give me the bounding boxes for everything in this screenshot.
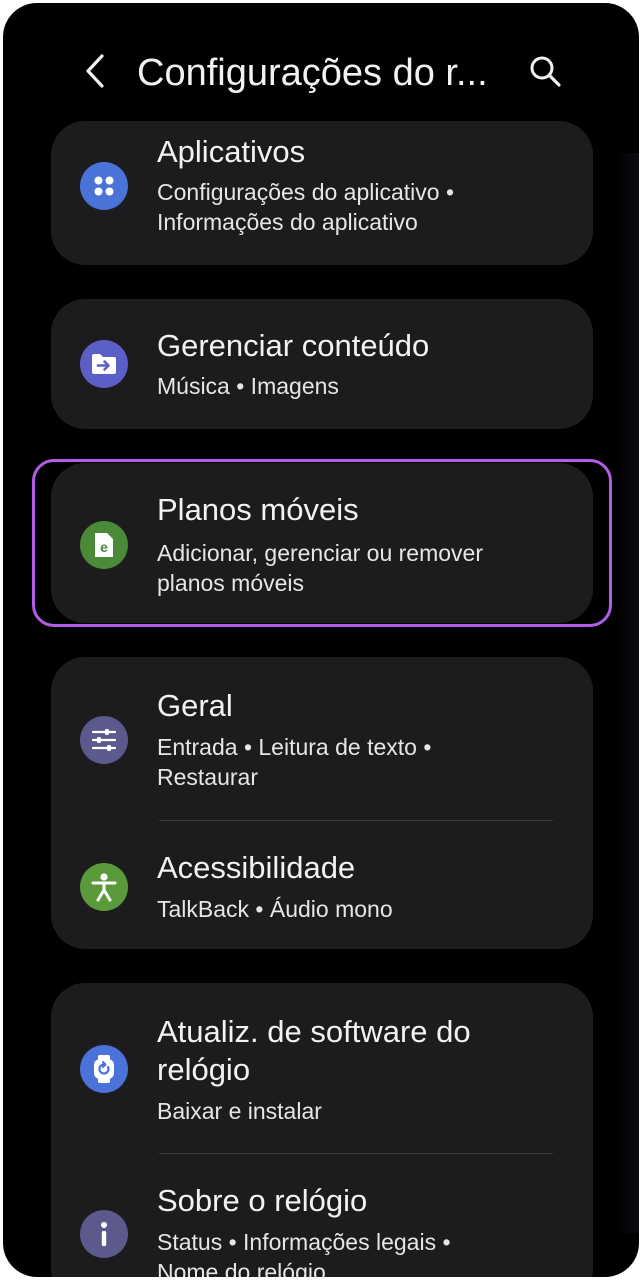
item-label: Planos móveis <box>157 492 359 527</box>
watch-update-icon <box>80 1045 128 1093</box>
item-description: Status • Informações legais • <box>157 1229 451 1255</box>
item-description: Adicionar, gerenciar ou remover <box>157 540 483 566</box>
item-label: Atualiz. de software do <box>157 1014 471 1049</box>
settings-item-gerenciar-conteudo[interactable]: Gerenciar conteúdo Música • Imagens <box>51 299 593 429</box>
search-button[interactable] <box>519 47 571 99</box>
card-watch: Atualiz. de software do relógio Baixar e… <box>51 983 593 1277</box>
settings-item-sobre-relogio[interactable]: Sobre o relógio Status • Informações leg… <box>51 1154 593 1277</box>
item-label: Gerenciar conteúdo <box>157 328 430 363</box>
item-description: Restaurar <box>157 764 258 790</box>
search-icon <box>528 54 562 93</box>
card-general: Geral Entrada • Leitura de texto • Resta… <box>51 657 593 949</box>
sliders-icon <box>80 716 128 764</box>
item-description: Entrada • Leitura de texto • <box>157 734 432 760</box>
item-description: planos móveis <box>157 570 305 596</box>
phone-screen: Configurações do r... Aplicativos Config… <box>3 3 639 1277</box>
item-label: relógio <box>157 1052 251 1087</box>
back-button[interactable] <box>73 47 117 99</box>
settings-item-acessibilidade[interactable]: Acessibilidade TalkBack • Áudio mono <box>51 821 593 949</box>
card-content: Gerenciar conteúdo Música • Imagens <box>51 299 593 429</box>
edge-shade <box>615 153 639 1233</box>
item-description: Configurações do aplicativo • <box>157 179 455 205</box>
settings-item-geral[interactable]: Geral Entrada • Leitura de texto • Resta… <box>51 657 593 819</box>
svg-text:e: e <box>100 539 108 555</box>
settings-item-planos-moveis[interactable]: e Planos móveis Adicionar, gerenciar ou … <box>51 463 593 623</box>
esim-icon: e <box>80 521 128 569</box>
apps-grid-icon <box>80 162 128 210</box>
accessibility-icon <box>80 863 128 911</box>
settings-item-aplicativos[interactable]: Aplicativos Configurações do aplicativo … <box>51 121 593 265</box>
item-label: Sobre o relógio <box>157 1183 368 1218</box>
item-label: Geral <box>157 688 233 723</box>
folder-transfer-icon <box>80 340 128 388</box>
item-description: Música • Imagens <box>157 373 339 399</box>
chevron-left-icon <box>84 53 106 94</box>
item-label: Aplicativos <box>157 134 306 169</box>
item-label: Acessibilidade <box>157 850 356 885</box>
info-icon <box>80 1210 128 1258</box>
card-apps: Aplicativos Configurações do aplicativo … <box>51 121 593 265</box>
item-description: TalkBack • Áudio mono <box>157 896 393 922</box>
card-mobile-plans: e Planos móveis Adicionar, gerenciar ou … <box>51 463 593 623</box>
page-title: Configurações do r... <box>137 52 488 94</box>
app-bar: Configurações do r... <box>3 3 639 123</box>
item-description: Informações do aplicativo <box>157 209 418 235</box>
item-description: Baixar e instalar <box>157 1098 322 1124</box>
item-description: Nome do relógio <box>157 1259 326 1277</box>
settings-item-atualizacao-software[interactable]: Atualiz. de software do relógio Baixar e… <box>51 983 593 1151</box>
